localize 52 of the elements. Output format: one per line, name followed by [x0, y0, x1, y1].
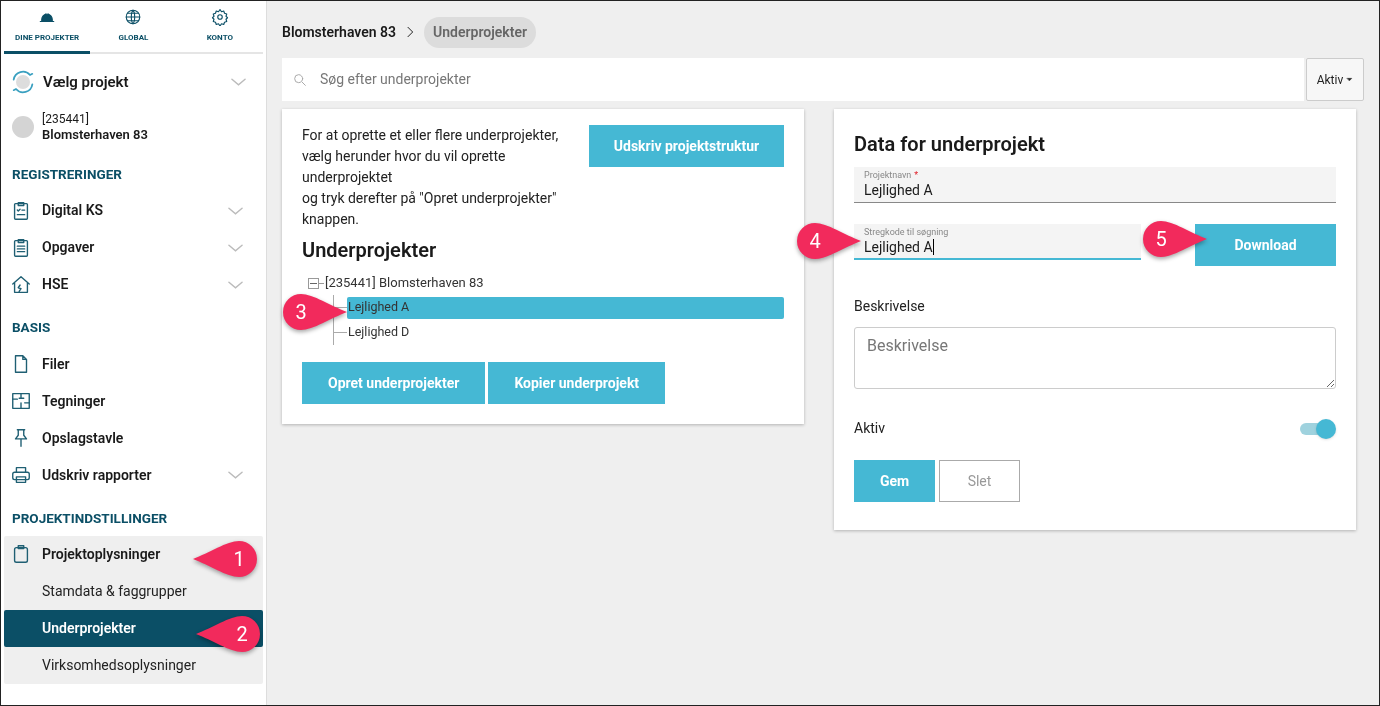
field-label: Beskrivelse — [854, 297, 926, 316]
sidebar-item[interactable]: Opgaver — [4, 229, 263, 267]
step-callout-tooltip: 1 — [191, 539, 259, 579]
text-field[interactable]: Projektnavn * Lejlighed A — [854, 167, 1336, 203]
gear-icon — [210, 8, 229, 26]
sidebar-item[interactable]: Opslagstavle — [4, 419, 130, 457]
tree-node[interactable]: [235441] Blomsterhaven 83 — [324, 273, 485, 293]
project-name: Blomsterhaven 83 — [42, 127, 148, 143]
printer-icon — [10, 464, 32, 486]
sidebar-item[interactable]: Tegninger — [4, 382, 112, 420]
search-field[interactable]: Søg efter underprojekter — [282, 58, 1304, 101]
nav-tab[interactable]: DINE PROJEKTER — [4, 1, 91, 54]
sidebar-item[interactable]: Projektoplysninger — [4, 535, 167, 573]
section-heading: REGISTRERINGER — [11, 165, 123, 184]
nav-tab[interactable]: KONTO — [176, 1, 263, 54]
project-avatar — [12, 116, 34, 138]
globe-icon — [124, 8, 143, 26]
search-input[interactable]: Søg efter underprojekter — [320, 69, 1294, 90]
instructions-text: For at oprette et eller flere underprojekter, vælg herunder hvor du vil oprette underprojektet og tryk derefter på "Opret underprojekter" knappen. — [302, 126, 560, 229]
card-title: Data for underprojekt — [854, 131, 1046, 158]
caret-icon — [1346, 76, 1354, 83]
nav-tab[interactable]: GLOBAL — [90, 1, 177, 54]
toggle-label: Aktiv — [854, 419, 885, 438]
step-callout-tooltip: 5 — [1141, 219, 1209, 259]
house-icon — [10, 273, 32, 296]
tree-node[interactable]: Lejlighed D — [347, 321, 784, 344]
sidebar-item[interactable]: Digital KS — [4, 192, 263, 230]
filter-dropdown[interactable]: Aktiv — [1306, 58, 1364, 101]
sidebar-item[interactable]: HSE — [4, 266, 263, 304]
tree-node[interactable]: Lejlighed A — [347, 296, 784, 319]
step-callout-tooltip: 3 — [281, 292, 349, 332]
tree-heading: Underprojekter — [302, 237, 438, 264]
sidebar-item[interactable]: Udskriv rapporter — [4, 456, 263, 494]
step-callout-tooltip: 4 — [795, 221, 863, 261]
chevron-down-icon — [228, 206, 243, 215]
description-field[interactable]: Beskrivelse — [854, 327, 1336, 389]
chevron-down-icon — [228, 280, 243, 289]
chevron-down-icon — [228, 243, 243, 252]
section-heading: BASIS — [11, 318, 52, 338]
collapse-toggle[interactable] — [308, 277, 319, 289]
search-icon — [292, 71, 308, 88]
breadcrumb-link[interactable]: Blomsterhaven 83 — [282, 21, 397, 43]
toggle-switch[interactable] — [1300, 418, 1336, 439]
text-field[interactable]: Stregkode til søgning Lejlighed A — [854, 224, 1141, 260]
section-heading: PROJEKTINDSTILLINGER — [11, 508, 169, 528]
floor-plan-icon — [10, 390, 32, 412]
sidebar-item[interactable]: Filer — [4, 345, 76, 383]
chevron-down-icon — [231, 78, 246, 86]
step-callout-tooltip: 2 — [194, 614, 262, 654]
project-id: [235441] — [42, 111, 90, 127]
project-picker-label[interactable]: Vælg projekt — [43, 70, 225, 94]
chevron-down-icon — [228, 471, 243, 479]
